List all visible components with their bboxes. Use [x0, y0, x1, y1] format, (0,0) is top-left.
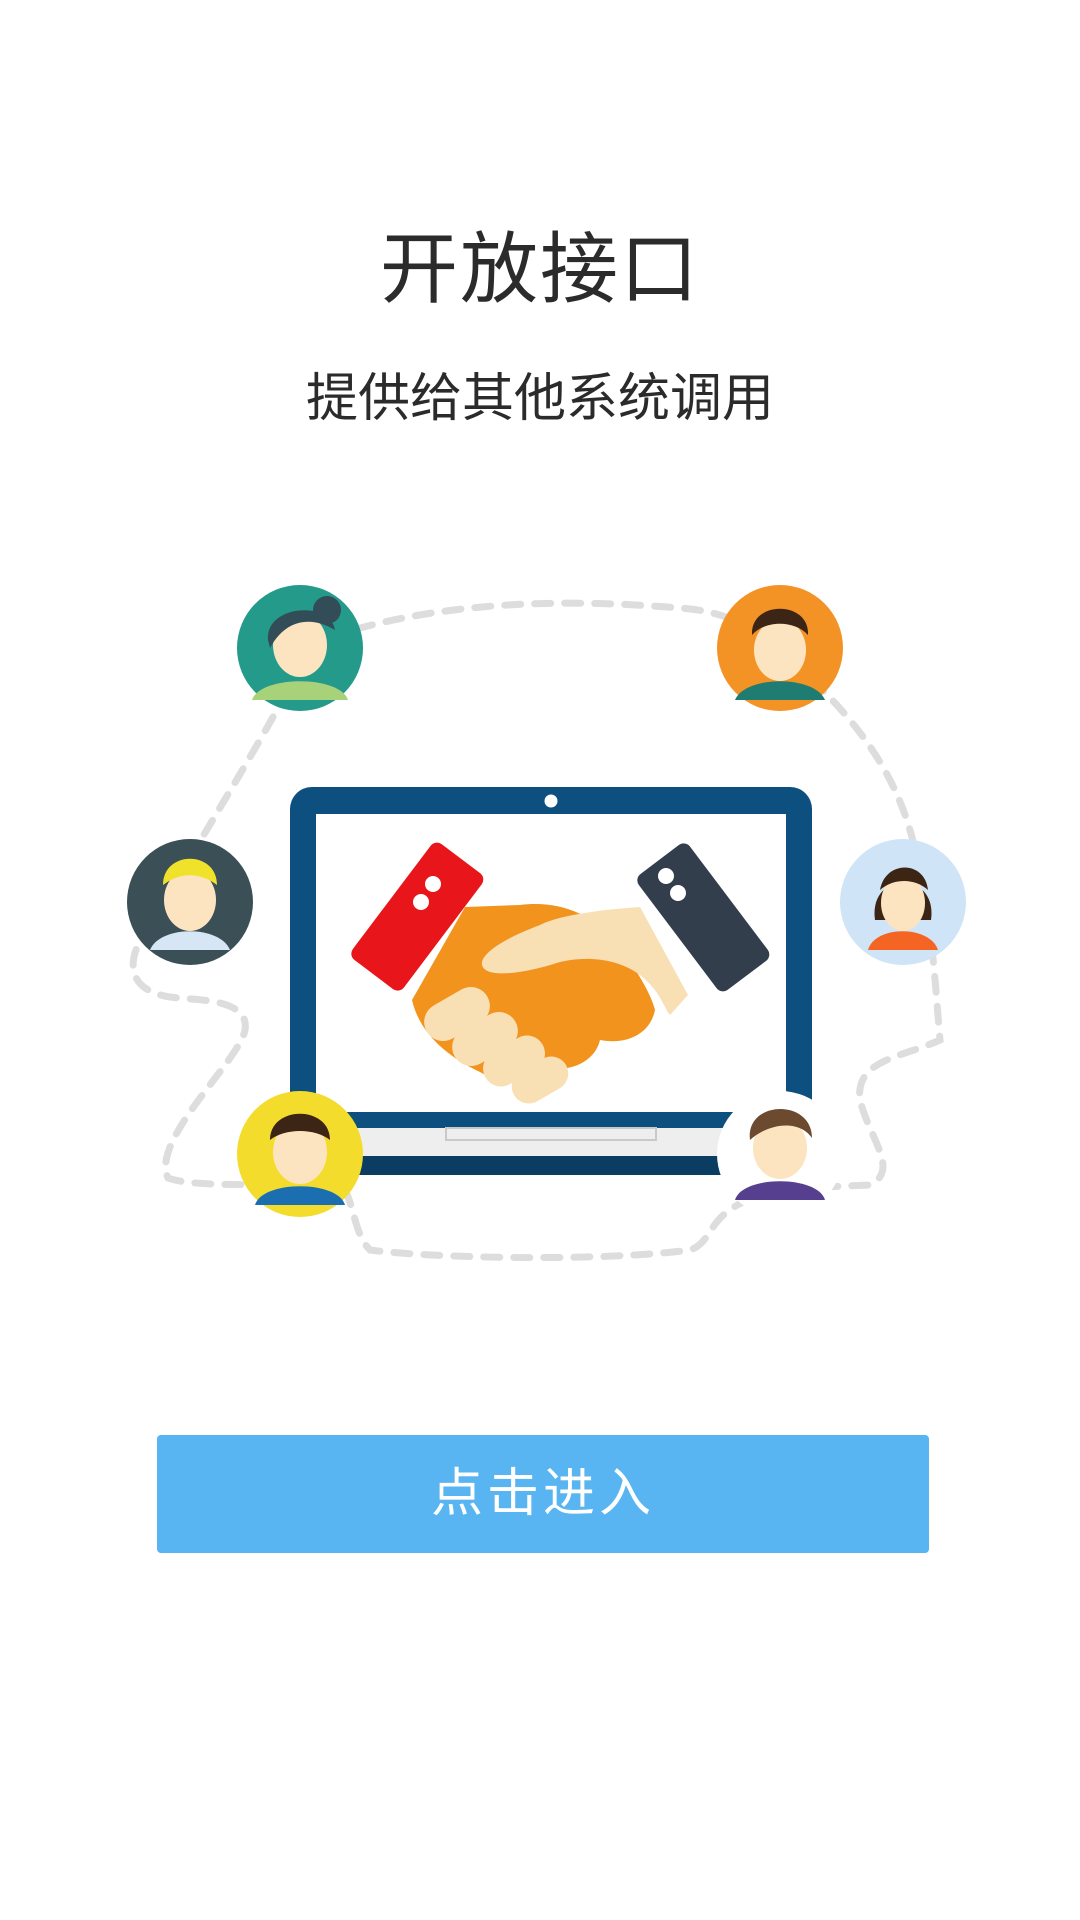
open-interface-illustration: [127, 585, 966, 1262]
avatar-woman-icon: [840, 839, 966, 965]
page-title: 开放接口: [379, 225, 700, 315]
enter-button[interactable]: 点击进入: [157, 1435, 929, 1553]
avatar-orange-icon: [717, 585, 843, 711]
avatar-blond-icon: [127, 839, 253, 965]
avatar-purple-icon: [717, 1091, 843, 1217]
avatar-yellow-icon: [237, 1091, 363, 1217]
avatar-teal-icon: [237, 585, 363, 711]
page-subtitle: 提供给其他系统调用: [305, 369, 774, 429]
